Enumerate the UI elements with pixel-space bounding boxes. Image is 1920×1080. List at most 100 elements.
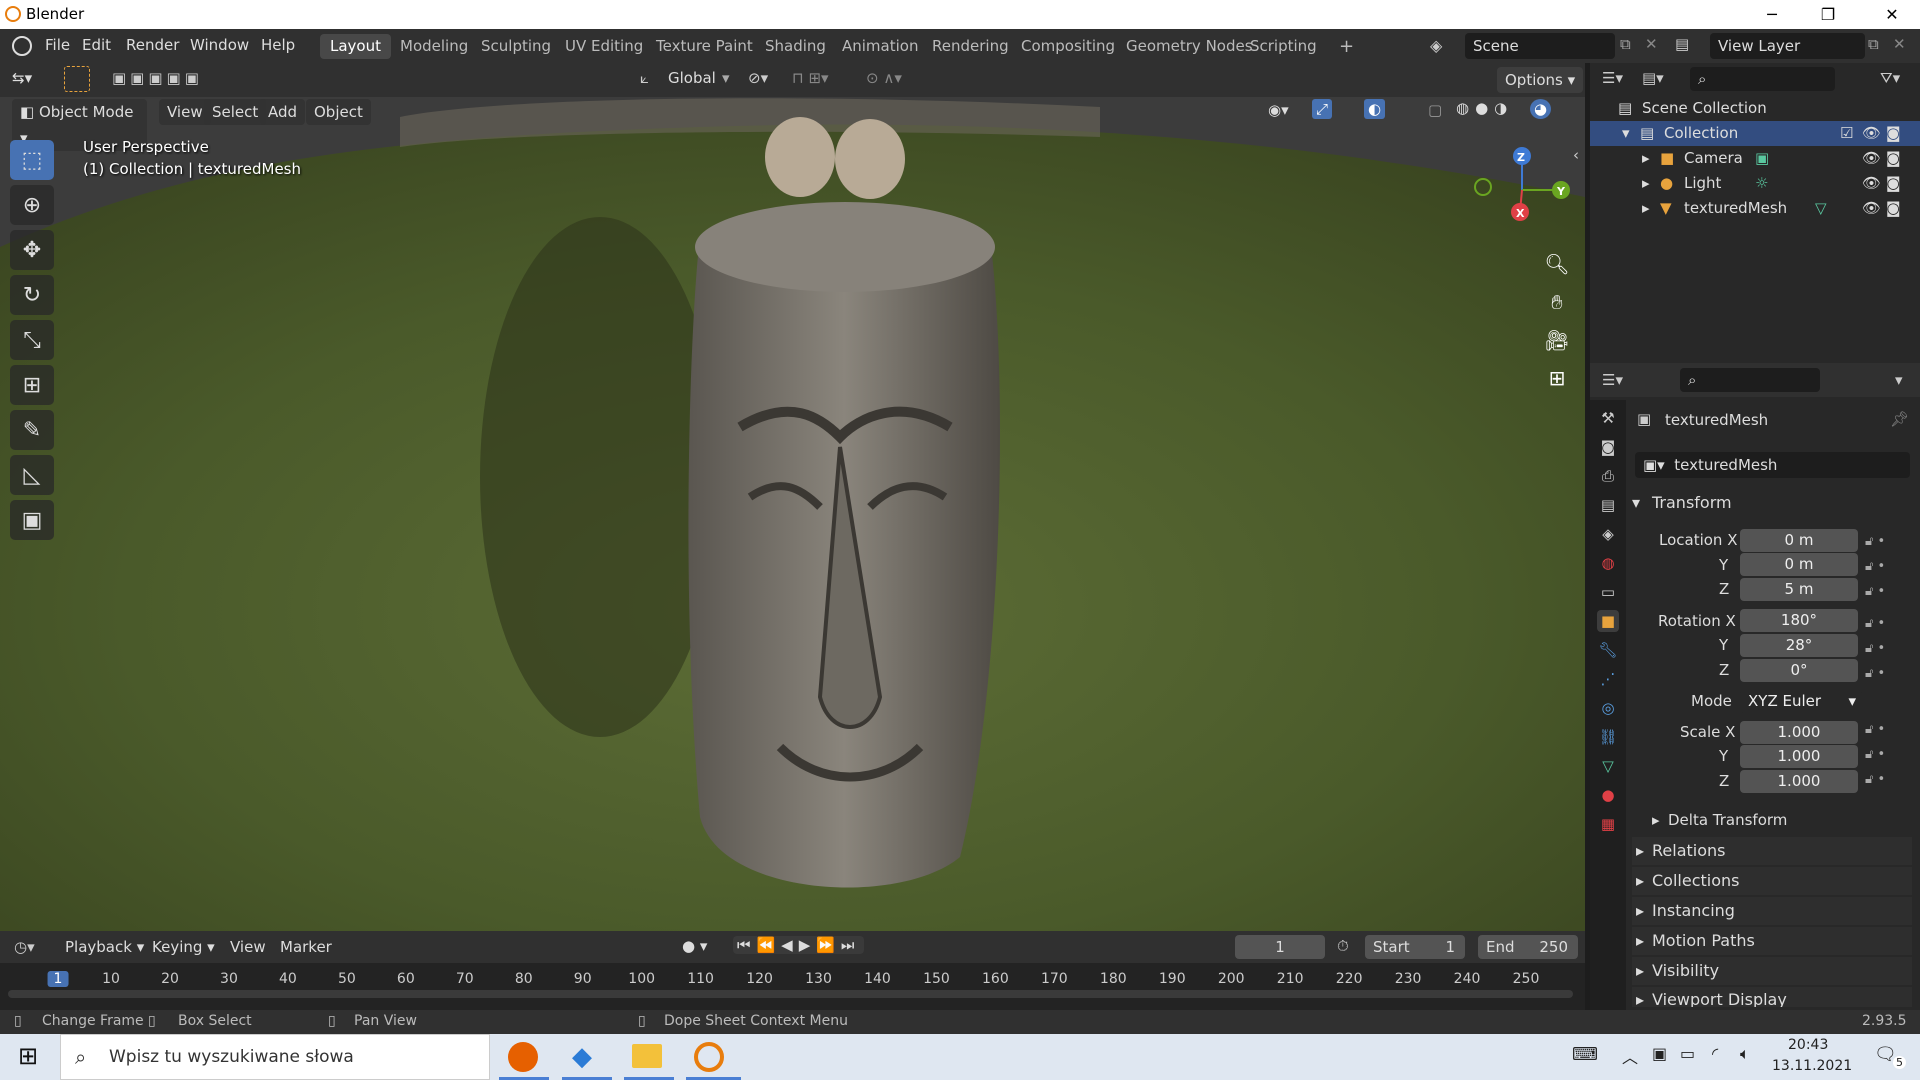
instancing-panel[interactable]: ▸ Instancing <box>1632 897 1912 925</box>
mesh-data-icon[interactable]: ▽ <box>1815 196 1827 221</box>
gizmo-toggle-icon[interactable]: ⤢ <box>1312 99 1333 119</box>
filter-icon[interactable]: ⛛▾ <box>1880 69 1900 87</box>
start-frame-field[interactable]: Start 1 <box>1365 935 1465 959</box>
eye-icon[interactable]: 👁︎ <box>1862 171 1881 196</box>
add-workspace-button[interactable]: + <box>1329 34 1364 59</box>
tab-rendering[interactable]: Rendering <box>922 34 1019 59</box>
menu-window[interactable]: Window <box>190 36 249 54</box>
lock-icon[interactable]: 🔓︎ • <box>1865 554 1915 579</box>
display-mode-icon[interactable]: ▤▾ <box>1642 69 1664 87</box>
texture-tab-icon[interactable]: ▦ <box>1597 813 1619 835</box>
expand-icon[interactable]: ▾ <box>1622 121 1630 146</box>
tab-shading[interactable]: Shading <box>755 34 836 59</box>
select-mode-icons[interactable]: ▣▣▣▣▣ <box>112 69 203 87</box>
file-explorer-icon[interactable] <box>632 1044 662 1068</box>
pin-icon[interactable]: 📌︎ <box>1890 410 1909 428</box>
render-camera-icon[interactable]: ◙ <box>1886 146 1901 171</box>
timeline-scrollbar[interactable] <box>8 990 1573 998</box>
object-tab-icon[interactable]: ■ <box>1597 610 1619 632</box>
view-layer-tab-icon[interactable]: ▤ <box>1597 494 1619 516</box>
proportional-edit-icon[interactable]: ⊙ ∧▾ <box>866 69 902 87</box>
menu-file[interactable]: File <box>45 36 70 54</box>
location-y-field[interactable]: 0 m <box>1740 553 1858 576</box>
sidebar-toggle-icon[interactable]: ‹ <box>1573 146 1579 164</box>
move-icon[interactable]: ✥ <box>10 230 54 270</box>
editor-type-icon[interactable]: ⇆▾ <box>12 69 32 87</box>
lock-icon[interactable]: 🔓︎ • <box>1865 661 1915 686</box>
tab-animation[interactable]: Animation <box>832 34 928 59</box>
playback-dropdown[interactable]: Playback ▾ <box>65 938 144 956</box>
constraints-tab-icon[interactable]: ⛓ <box>1597 726 1619 748</box>
menu-add[interactable]: Add <box>260 99 306 125</box>
timeline-editor-icon[interactable]: ◷▾ <box>14 938 35 956</box>
annotate-icon[interactable]: ✎ <box>10 410 54 450</box>
scale-x-field[interactable]: 1.000 <box>1740 721 1858 744</box>
windows-start-icon[interactable]: ⊞ <box>18 1042 38 1070</box>
tab-uv-editing[interactable]: UV Editing <box>555 34 653 59</box>
cursor-icon[interactable]: ⊕ <box>10 185 54 225</box>
add-cube-icon[interactable]: ▣ <box>10 500 54 540</box>
record-icon[interactable]: ● ▾ <box>682 937 707 955</box>
tab-texture-paint[interactable]: Texture Paint <box>646 34 763 59</box>
timeline-view-menu[interactable]: View <box>230 938 266 956</box>
lock-icon[interactable]: 🔓︎ • <box>1865 717 1915 742</box>
firefox-icon[interactable] <box>508 1042 538 1072</box>
3d-viewport[interactable] <box>0 97 1585 931</box>
view-layer-field[interactable]: View Layer <box>1710 33 1865 59</box>
outliner-editor-icon[interactable]: ☰▾ <box>1602 69 1623 87</box>
end-frame-field[interactable]: End 250 <box>1478 935 1578 959</box>
transform-orientation-dropdown[interactable]: Global <box>668 69 716 87</box>
rotation-x-field[interactable]: 180° <box>1740 609 1858 632</box>
tray-app-icon[interactable]: ▣ <box>1652 1044 1667 1063</box>
clock-date[interactable]: 13.11.2021 <box>1772 1058 1852 1074</box>
lock-icon[interactable]: 🔓︎ • <box>1865 742 1915 767</box>
lock-icon[interactable]: 🔓︎ • <box>1865 579 1915 604</box>
modifier-tab-icon[interactable]: 🔧︎ <box>1597 639 1619 661</box>
lock-icon[interactable]: 🔓︎ • <box>1865 611 1915 636</box>
chevron-down-icon[interactable]: ▾ <box>1895 371 1903 389</box>
orientation-icon[interactable]: ⟀ <box>640 69 649 87</box>
output-tab-icon[interactable]: ⎙ <box>1597 465 1619 487</box>
rotation-mode-dropdown[interactable]: XYZ Euler ▾ <box>1740 690 1862 713</box>
scale-y-field[interactable]: 1.000 <box>1740 745 1858 768</box>
render-camera-icon[interactable]: ◙ <box>1886 121 1901 146</box>
checkbox-icon[interactable]: ☑ <box>1840 121 1853 146</box>
options-dropdown[interactable]: Options ▾ <box>1497 67 1584 93</box>
timeline-marker-menu[interactable]: Marker <box>280 938 332 956</box>
visibility-icon[interactable]: ◉▾ <box>1268 101 1289 119</box>
outliner-row-collection[interactable]: ▾ ▤ Collection ☑ 👁︎ ◙ <box>1590 121 1920 146</box>
data-tab-icon[interactable]: ▽ <box>1597 755 1619 777</box>
eye-icon[interactable]: 👁︎ <box>1862 146 1881 171</box>
render-camera-icon[interactable]: ◙ <box>1886 196 1901 221</box>
select-box-icon[interactable]: ⬚ <box>10 140 54 180</box>
scene-field[interactable]: Scene <box>1465 33 1615 59</box>
lock-icon[interactable]: 🔓︎ • <box>1865 529 1915 554</box>
render-tab-icon[interactable]: ◙ <box>1597 436 1619 458</box>
shading-mode-icons[interactable]: ◍●◑ <box>1456 99 1513 117</box>
blender-taskbar-icon[interactable] <box>694 1042 724 1072</box>
rotation-y-field[interactable]: 28° <box>1740 634 1858 657</box>
navigation-gizmo[interactable]: Z Y X <box>1465 140 1580 240</box>
outliner-row-camera[interactable]: ▸ ■ Camera ▣ 👁︎ ◙ <box>1590 146 1920 171</box>
chevron-up-icon[interactable]: ︿ <box>1622 1044 1638 1068</box>
outliner-row-light[interactable]: ▸ ● Light ☼ 👁︎ ◙ <box>1590 171 1920 196</box>
menu-view[interactable]: View <box>159 99 211 125</box>
menu-select[interactable]: Select <box>204 99 267 125</box>
menu-edit[interactable]: Edit <box>82 36 111 54</box>
outliner-row-texturedmesh[interactable]: ▸ ▼ texturedMesh ▽ 👁︎ ◙ <box>1590 196 1920 221</box>
snap-icon[interactable]: ⊓ ⊞▾ <box>792 69 829 87</box>
properties-search-input[interactable]: ⌕ <box>1680 368 1820 392</box>
scene-icon[interactable]: ◈ <box>1430 36 1442 55</box>
eye-icon[interactable]: 👁︎ <box>1862 196 1881 221</box>
minimize-button[interactable]: ─ <box>1744 0 1800 29</box>
new-scene-icon[interactable]: ⧉ <box>1620 35 1631 53</box>
rendered-shading-icon[interactable]: ◕ <box>1530 99 1552 119</box>
current-frame-field[interactable]: 1 <box>1235 935 1325 959</box>
camera-data-icon[interactable]: ▣ <box>1755 146 1769 171</box>
playback-controls[interactable]: ⏮⏪◀▶⏩⏭ <box>733 936 865 954</box>
ortho-grid-icon[interactable]: ⊞ <box>1542 359 1572 397</box>
wifi-icon[interactable]: ◜ <box>1712 1044 1718 1063</box>
tab-compositing[interactable]: Compositing <box>1011 34 1125 59</box>
properties-editor-icon[interactable]: ☰▾ <box>1602 371 1623 389</box>
rotation-z-field[interactable]: 0° <box>1740 659 1858 682</box>
